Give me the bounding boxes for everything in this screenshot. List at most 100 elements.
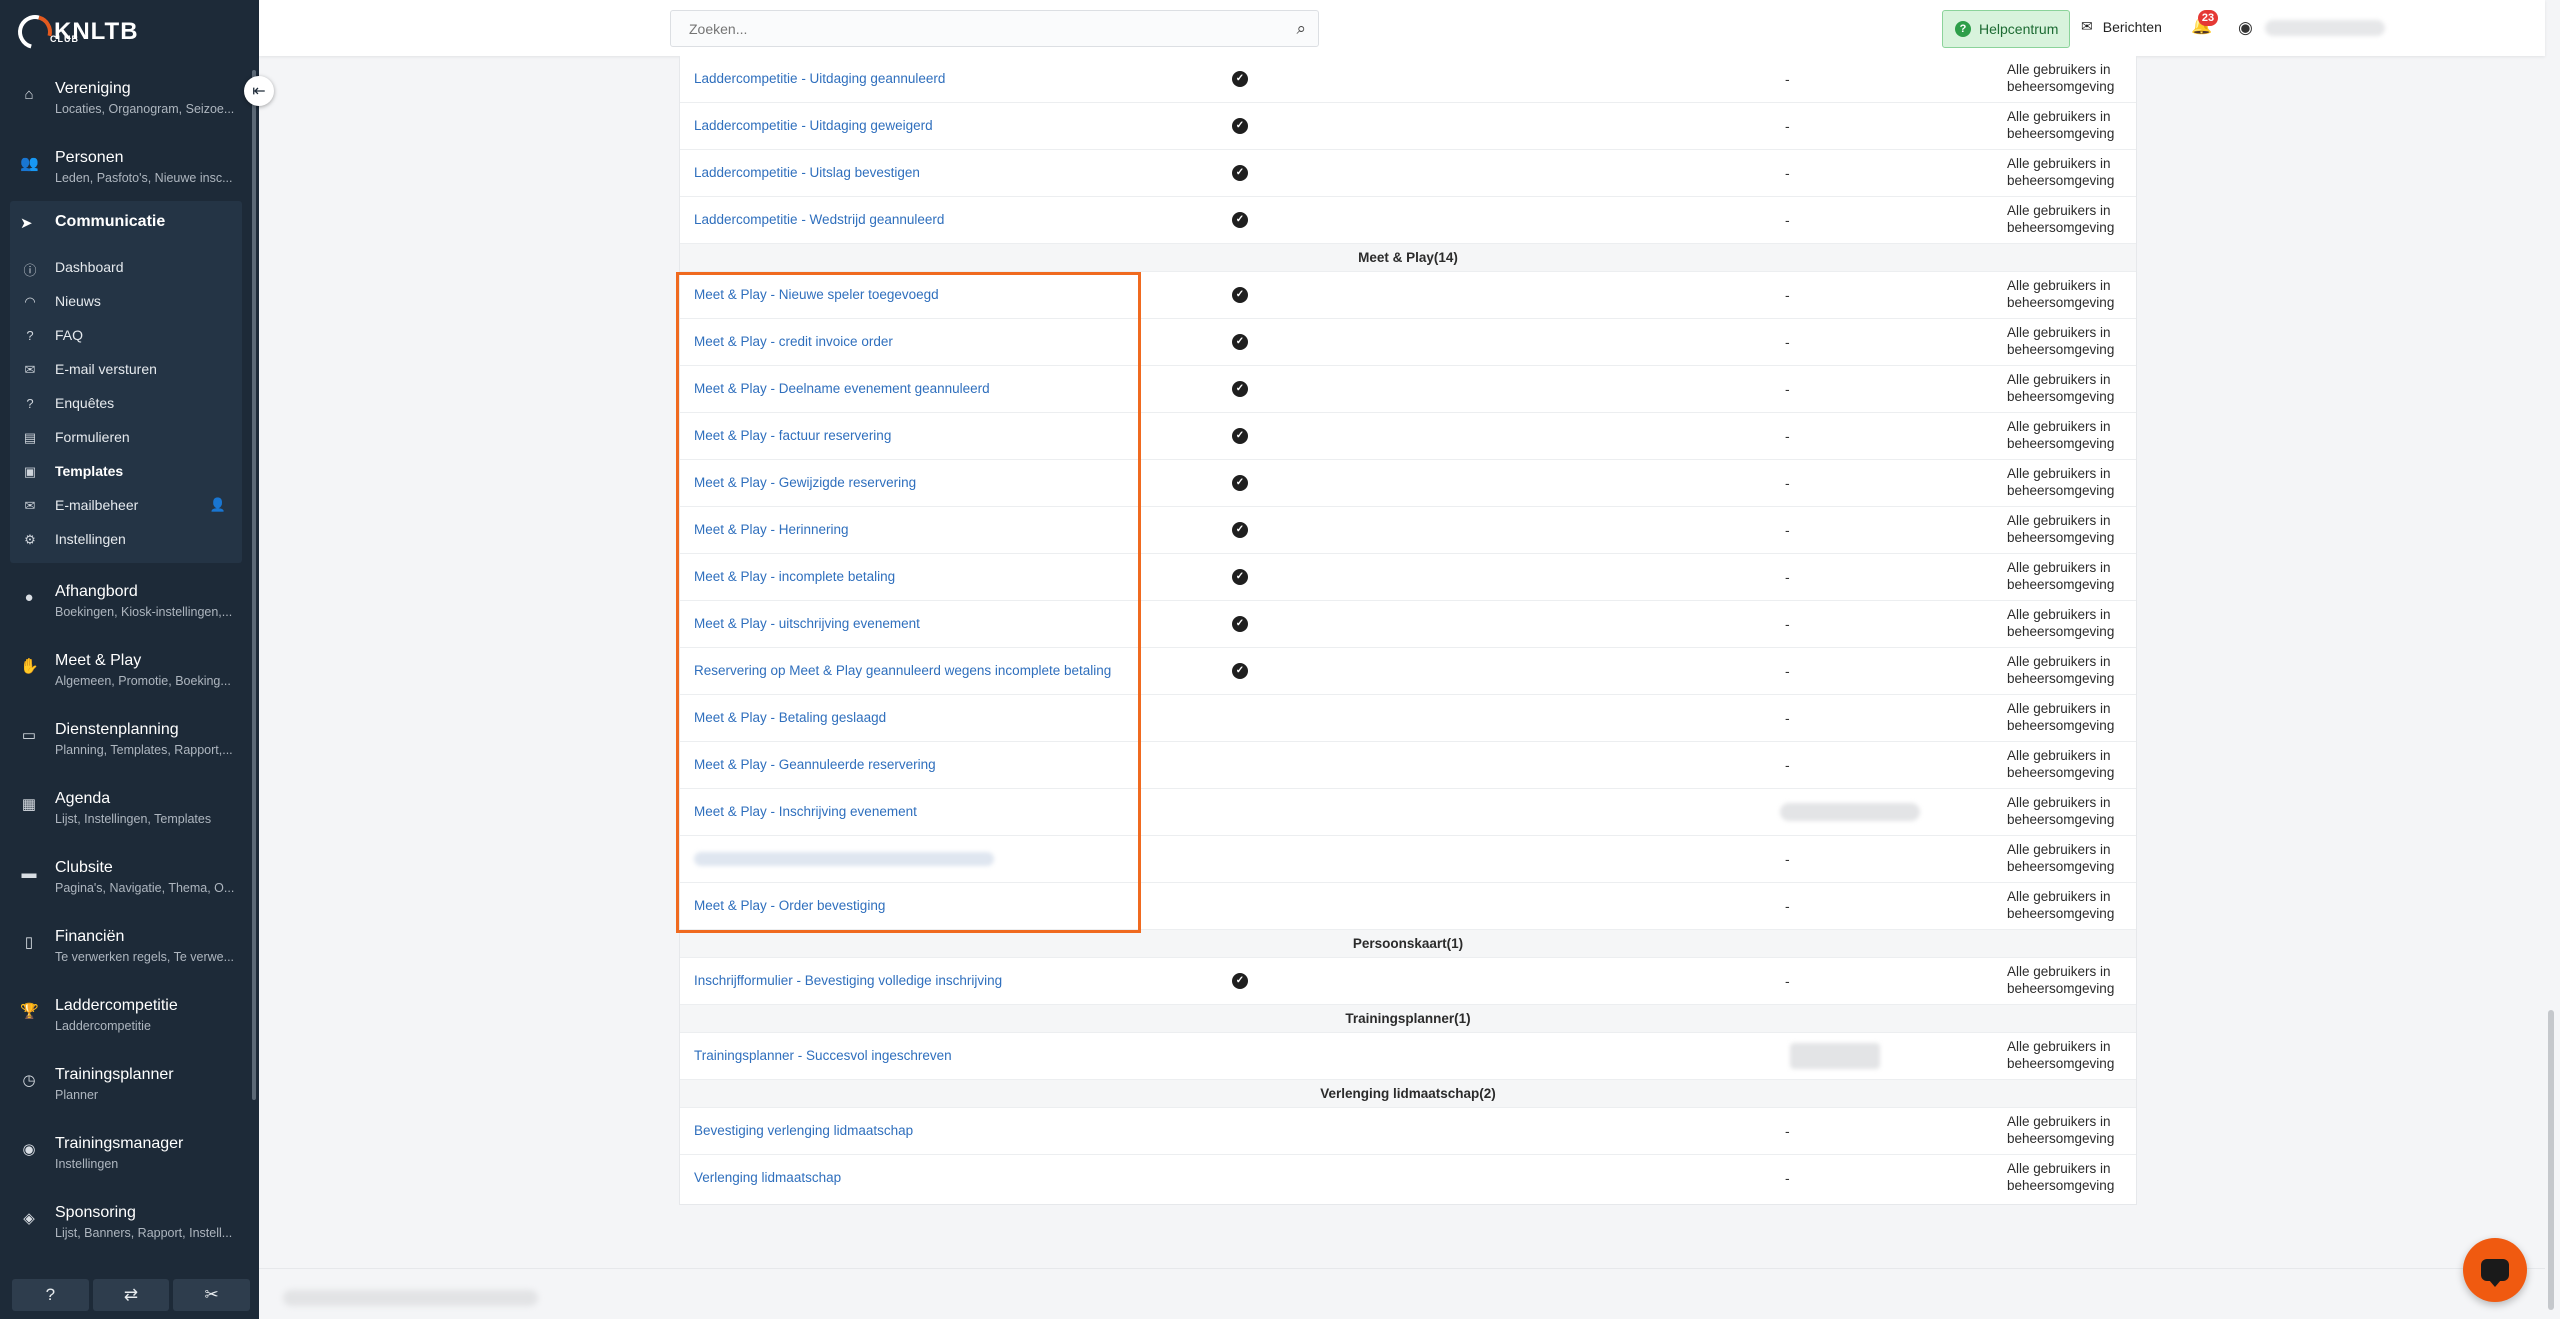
knltb-logo[interactable]: KNLTB <box>11 8 139 56</box>
template-link[interactable]: Meet & Play - Geannuleerde reservering <box>694 757 936 772</box>
table-cell-visibility: Alle gebruikers in beheersomgeving <box>2007 964 2115 996</box>
template-link[interactable]: Laddercompetitie - Wedstrijd geannuleerd <box>694 212 944 227</box>
sidebar-item-title: Communicatie <box>55 213 166 230</box>
sidebar-subitem-emailbeheer[interactable]: ✉ E-mailbeheer 👤 <box>10 489 242 523</box>
table-cell-value: - <box>1785 334 1790 350</box>
sidebar-subitem-dashboard[interactable]: ⓘ Dashboard <box>10 251 242 285</box>
switch-icon[interactable]: ⇄ <box>92 1279 170 1311</box>
template-link[interactable]: Meet & Play - Deelname evenement geannul… <box>694 381 990 396</box>
table-cell-value: - <box>1785 1123 1790 1139</box>
template-link[interactable]: Laddercompetitie - Uitdaging geweigerd <box>694 118 933 133</box>
check-circle-icon: ✓ <box>1232 287 1248 303</box>
template-icon: ▣ <box>23 464 37 479</box>
sidebar-scrollbar[interactable] <box>252 70 256 1100</box>
group-header-verlenging: Verlenging lidmaatschap(2) <box>680 1080 2136 1108</box>
helpcentrum-button[interactable]: ? Helpcentrum <box>1942 10 2070 48</box>
template-link[interactable]: Meet & Play - Nieuwe speler toegevoegd <box>694 287 939 302</box>
chat-button[interactable] <box>2463 1238 2527 1302</box>
sidebar-item-dienstenplanning[interactable]: ▭ Dienstenplanning Planning, Templates, … <box>10 711 242 771</box>
search-box: ⌕ <box>670 10 1319 47</box>
sidebar-subitem-enquetes[interactable]: ? Enquêtes <box>10 387 242 421</box>
sidebar: KNLTB CLUB ⌂ Vereniging Locaties, Organo… <box>0 0 259 1319</box>
sidebar-item-sub: Planner <box>55 1088 99 1102</box>
search-input[interactable] <box>671 11 1271 46</box>
rss-icon: ◠ <box>24 294 36 309</box>
user-name-redacted[interactable] <box>2265 20 2385 36</box>
template-link[interactable]: Bevestiging verlenging lidmaatschap <box>694 1123 913 1138</box>
template-link[interactable]: Meet & Play - factuur reservering <box>694 428 891 443</box>
table-row: Meet & Play - Herinnering ✓ - Alle gebru… <box>680 507 2136 554</box>
invoice-icon: ▯ <box>24 934 34 951</box>
search-icon[interactable]: ⌕ <box>1296 19 1306 39</box>
sidebar-item-title: Trainingsmanager <box>55 1135 184 1152</box>
redacted-value <box>1780 803 1920 821</box>
sidebar-item-trainingsmanager[interactable]: ◉ Trainingsmanager Instellingen <box>10 1125 242 1185</box>
table-row: Meet & Play - Geannuleerde reservering -… <box>680 742 2136 789</box>
sidebar-item-clubsite[interactable]: ▬ Clubsite Pagina's, Navigatie, Thema, O… <box>10 849 242 909</box>
sidebar-subitem-instellingen[interactable]: ⚙ Instellingen <box>10 523 242 557</box>
sidebar-item-financien[interactable]: ▯ Financiën Te verwerken regels, Te verw… <box>10 918 242 978</box>
sidebar-subitem-faq[interactable]: ? FAQ <box>10 319 242 353</box>
sidebar-item-communicatie[interactable]: ➤ Communicatie <box>10 201 242 245</box>
table-cell-visibility: Alle gebruikers in beheersomgeving <box>2007 748 2115 780</box>
table-cell-value: - <box>1785 522 1790 538</box>
sidebar-subitem-email-versturen[interactable]: ✉ E-mail versturen <box>10 353 242 387</box>
template-link[interactable]: Verlenging lidmaatschap <box>694 1170 841 1185</box>
template-link[interactable]: Meet & Play - incomplete betaling <box>694 569 895 584</box>
table-cell-value: - <box>1785 851 1790 867</box>
sidebar-item-personen[interactable]: 👥 Personen Leden, Pasfoto's, Nieuwe insc… <box>10 139 242 199</box>
template-link[interactable]: Meet & Play - Betaling geslaagd <box>694 710 886 725</box>
template-link[interactable]: Meet & Play - Order bevestiging <box>694 898 885 913</box>
helpcentrum-label: Helpcentrum <box>1979 21 2059 37</box>
template-link[interactable]: Trainingsplanner - Succesvol ingeschreve… <box>694 1048 952 1063</box>
redacted-template-link[interactable] <box>694 852 994 866</box>
template-link[interactable]: Meet & Play - Inschrijving evenement <box>694 804 917 819</box>
template-link[interactable]: Laddercompetitie - Uitslag bevestigen <box>694 165 920 180</box>
table-cell-value: - <box>1785 381 1790 397</box>
sidebar-subitem-templates[interactable]: ▣ Templates <box>10 455 242 489</box>
berichten-button[interactable]: ✉ Berichten <box>2081 18 2162 35</box>
template-link[interactable]: Reservering op Meet & Play geannuleerd w… <box>694 663 1111 678</box>
help-icon[interactable]: ? <box>12 1279 89 1311</box>
template-link[interactable]: Meet & Play - credit invoice order <box>694 334 893 349</box>
table-cell-visibility: Alle gebruikers in beheersomgeving <box>2007 654 2115 686</box>
sidebar-item-sub: Lijst, Banners, Rapport, Instell... <box>55 1226 233 1240</box>
sidebar-subitem-nieuws[interactable]: ◠ Nieuws <box>10 285 242 319</box>
template-link[interactable]: Meet & Play - uitschrijving evenement <box>694 616 920 631</box>
table-row: Inschrijfformulier - Bevestiging volledi… <box>680 958 2136 1005</box>
user-circle-icon[interactable]: ◉ <box>2238 18 2253 38</box>
sidebar-item-title: Afhangbord <box>55 583 138 600</box>
sidebar-item-sub: Laddercompetitie <box>55 1019 151 1033</box>
sidebar-item-trainingsplanner[interactable]: ◷ Trainingsplanner Planner <box>10 1056 242 1116</box>
sidebar-item-agenda[interactable]: ▦ Agenda Lijst, Instellingen, Templates <box>10 780 242 840</box>
sidebar-item-title: Dienstenplanning <box>55 721 179 738</box>
templates-table: Laddercompetitie - Uitdaging geannuleerd… <box>679 56 2137 1205</box>
sidebar-item-meet-play[interactable]: ✋ Meet & Play Algemeen, Promotie, Boekin… <box>10 642 242 702</box>
sidebar-subitem-formulieren[interactable]: ▤ Formulieren <box>10 421 242 455</box>
check-circle-icon: ✓ <box>1232 973 1248 989</box>
question-circle-icon: ? <box>26 396 34 411</box>
sidebar-collapse-icon[interactable]: ⇤ <box>244 76 274 106</box>
table-cell-visibility: Alle gebruikers in beheersomgeving <box>2007 278 2115 310</box>
sidebar-item-afhangbord[interactable]: ● Afhangbord Boekingen, Kiosk-instelling… <box>10 573 242 633</box>
sidebar-item-vereniging[interactable]: ⌂ Vereniging Locaties, Organogram, Seizo… <box>10 70 242 130</box>
browser-icon: ▬ <box>21 865 37 882</box>
template-link[interactable]: Meet & Play - Herinnering <box>694 522 849 537</box>
trophy-icon: 🏆 <box>20 1003 39 1020</box>
sidebar-item-laddercompetitie[interactable]: 🏆 Laddercompetitie Laddercompetitie <box>10 987 242 1047</box>
template-link[interactable]: Inschrijfformulier - Bevestiging volledi… <box>694 973 1002 988</box>
sidebar-item-sponsoring[interactable]: ◈ Sponsoring Lijst, Banners, Rapport, In… <box>10 1194 242 1254</box>
table-cell-value: - <box>1785 710 1790 726</box>
table-cell-value: - <box>1785 616 1790 632</box>
tools-icon[interactable]: ✂ <box>173 1279 251 1311</box>
form-icon: ▤ <box>23 430 37 445</box>
footer-divider <box>259 1268 2545 1269</box>
template-link[interactable]: Laddercompetitie - Uitdaging geannuleerd <box>694 71 945 86</box>
notification-badge: 23 <box>2198 10 2218 26</box>
question-icon: ? <box>26 328 34 343</box>
table-cell-value: - <box>1785 663 1790 679</box>
template-link[interactable]: Meet & Play - Gewijzigde reservering <box>694 475 916 490</box>
check-circle-icon: ✓ <box>1232 475 1248 491</box>
page-scrollbar[interactable] <box>2548 1010 2554 1310</box>
envelope-icon: ✉ <box>24 498 36 513</box>
